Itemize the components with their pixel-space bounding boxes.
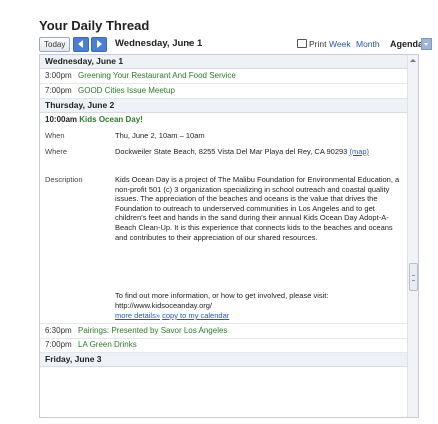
print-label: Print bbox=[309, 39, 327, 49]
page-title: Your Daily Thread bbox=[39, 18, 150, 33]
printer-icon bbox=[297, 39, 307, 48]
next-day-button[interactable] bbox=[91, 37, 107, 52]
scroll-thumb[interactable] bbox=[409, 263, 418, 291]
calendar-toolbar: Today Wednesday, June 1 ▾ Print Week Mon… bbox=[39, 36, 432, 52]
when-value: Thu, June 2, 10am – 10am bbox=[115, 131, 205, 140]
arrow-left-icon bbox=[78, 40, 83, 48]
day-header-jun1: Wednesday, June 1 bbox=[40, 55, 412, 69]
where-value: Dockweiler State Beach, 8255 Vista Del M… bbox=[115, 147, 400, 157]
description-text: Kids Ocean Day is a project of The Malib… bbox=[115, 175, 400, 242]
calendar-widget: Your Daily Thread Today Wednesday, June … bbox=[29, 12, 432, 419]
event-title[interactable]: Pairings: Presented by Savor Los Angeles bbox=[78, 324, 227, 338]
agenda-dropdown-button[interactable] bbox=[421, 38, 432, 50]
event-title[interactable]: Greening Your Restaurant And Food Servic… bbox=[78, 69, 236, 83]
event-row[interactable]: 6:30pm Pairings: Presented by Savor Los … bbox=[40, 323, 407, 339]
event-actions: more details» copy to my calendar bbox=[115, 311, 229, 320]
event-time: 3:00pm bbox=[45, 71, 72, 80]
more-info-text: To find out more information, or how to … bbox=[115, 291, 329, 300]
agenda-list: Wednesday, June 1 3:00pm Greening Your R… bbox=[39, 54, 419, 418]
event-row[interactable]: 3:00pm Greening Your Restaurant And Food… bbox=[40, 69, 407, 84]
event-row[interactable]: 7:00pm LA Green Drinks bbox=[40, 338, 407, 353]
event-url: http://www.kidsoceanday.org/ bbox=[115, 301, 212, 310]
today-button[interactable]: Today bbox=[39, 37, 71, 52]
event-time: 6:30pm bbox=[45, 326, 72, 335]
prev-day-button[interactable] bbox=[73, 37, 89, 52]
event-title[interactable]: GOOD Cities Issue Meetup bbox=[78, 84, 175, 98]
tab-agenda[interactable]: Agenda bbox=[390, 37, 423, 51]
event-row[interactable]: 7:00pm GOOD Cities Issue Meetup bbox=[40, 84, 407, 99]
tab-month[interactable]: Month bbox=[356, 37, 380, 51]
event-time: 7:00pm bbox=[45, 340, 72, 349]
scroll-up-icon[interactable] bbox=[410, 59, 416, 62]
event-time: 7:00pm bbox=[45, 86, 72, 95]
event-time: 10:00am bbox=[45, 115, 78, 124]
event-title[interactable]: LA Green Drinks bbox=[78, 338, 137, 352]
scrollbar[interactable] bbox=[407, 55, 418, 417]
arrow-right-icon bbox=[97, 40, 102, 48]
tab-week[interactable]: Week bbox=[329, 37, 351, 51]
chevron-down-icon[interactable]: ▾ bbox=[188, 37, 192, 51]
when-label: When bbox=[45, 131, 65, 140]
event-title[interactable]: Kids Ocean Day! bbox=[79, 115, 143, 124]
expanded-event-title[interactable]: 10:00am Kids Ocean Day! bbox=[45, 115, 143, 124]
description-label: Description bbox=[45, 175, 83, 184]
map-link[interactable]: (map) bbox=[349, 147, 369, 156]
where-text: Dockweiler State Beach, 8255 Vista Del M… bbox=[115, 147, 348, 156]
print-button[interactable]: Print bbox=[297, 37, 326, 51]
day-header-jun2: Thursday, June 2 bbox=[40, 99, 412, 113]
where-label: Where bbox=[45, 147, 68, 156]
copy-to-calendar-link[interactable]: copy to my calendar bbox=[162, 311, 229, 320]
day-header-jun3: Friday, June 3 bbox=[40, 353, 412, 367]
more-details-link[interactable]: more details» bbox=[115, 311, 160, 320]
